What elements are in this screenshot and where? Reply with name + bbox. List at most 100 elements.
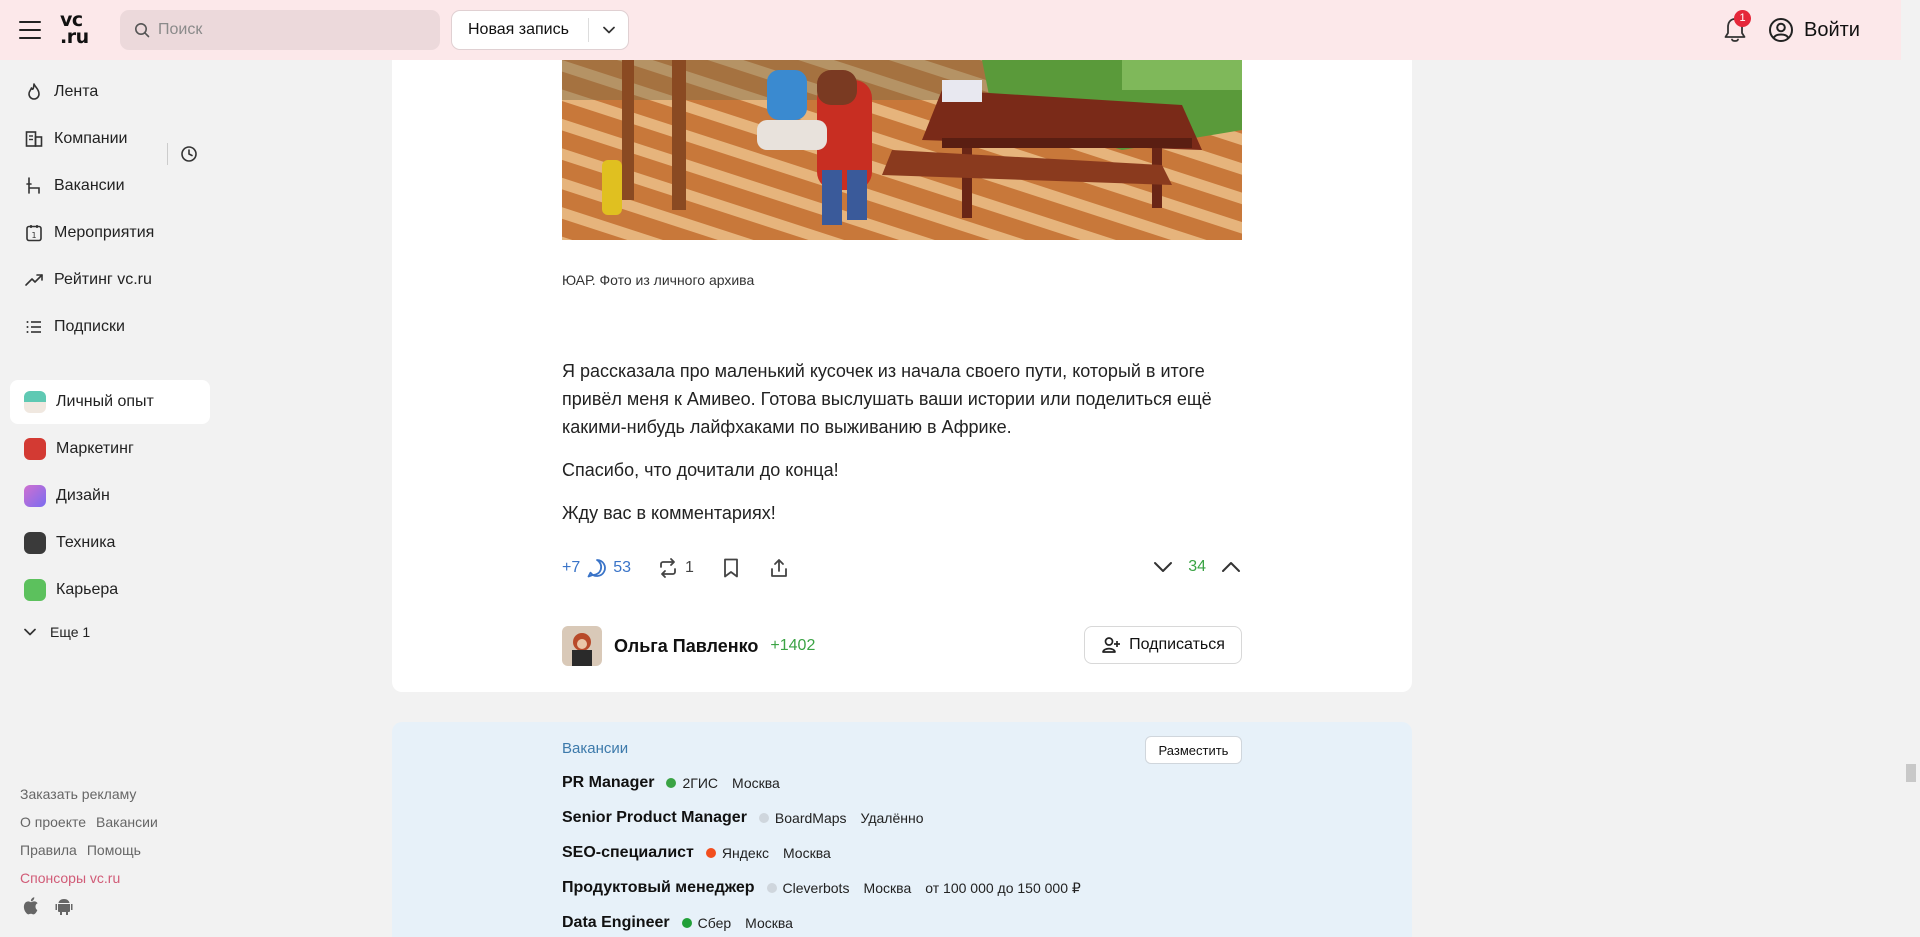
notification-badge: 1 <box>1734 10 1751 27</box>
photo-image <box>562 60 1242 240</box>
svg-text:1: 1 <box>31 231 36 240</box>
rating-count: 34 <box>1188 558 1206 575</box>
apple-icon[interactable] <box>22 896 42 916</box>
app-links <box>22 896 74 916</box>
article-photo[interactable] <box>562 60 1242 240</box>
upvote-icon[interactable] <box>1220 556 1242 578</box>
job-company: Cleverbots <box>782 880 850 896</box>
chevron-down-icon[interactable] <box>589 11 628 49</box>
login-button[interactable]: Войти <box>1768 16 1860 44</box>
footer-link-sponsors[interactable]: Спонсоры vc.ru <box>20 870 120 898</box>
sidebar-item-subscriptions[interactable]: Подписки <box>10 305 210 349</box>
job-company: BoardMaps <box>774 810 847 826</box>
article-paragraph: Я рассказала про маленький кусочек из на… <box>562 361 1212 437</box>
search-input[interactable] <box>158 21 418 39</box>
chevron-down-icon <box>24 628 36 636</box>
share-button[interactable] <box>768 557 790 579</box>
clock-icon[interactable] <box>178 143 200 165</box>
jobs-title[interactable]: Вакансии <box>562 740 628 757</box>
company-logo-icon <box>681 918 692 928</box>
show-more-label: Еще 1 <box>50 624 91 640</box>
trend-icon <box>25 274 43 286</box>
sidebar-item-marketing[interactable]: Маркетинг <box>10 427 210 471</box>
job-salary: от 100 000 до 150 000 ₽ <box>925 879 1081 896</box>
sidebar-item-label: Компании <box>54 130 128 147</box>
sidebar-item-personal-experience[interactable]: Личный опыт <box>10 380 210 424</box>
fire-icon <box>28 83 40 100</box>
repost-icon <box>660 558 676 578</box>
login-label: Войти <box>1804 18 1860 41</box>
likes-count: +7 <box>562 559 581 576</box>
likes-counter[interactable]: +7 <box>562 559 580 577</box>
job-item[interactable]: Senior Product Manager BoardMaps Удалённ… <box>562 806 923 830</box>
job-company: Яндекс <box>721 845 769 861</box>
job-location: Москва <box>745 915 793 931</box>
sidebar-item-design[interactable]: Дизайн <box>10 474 210 518</box>
job-location: Удалённо <box>860 810 924 826</box>
subsite-avatar <box>24 532 46 554</box>
logo-text-bottom: .ru <box>60 26 89 48</box>
search-box[interactable] <box>120 10 440 50</box>
footer-link-about[interactable]: О проекте <box>20 814 86 842</box>
comments-count: 53 <box>613 559 632 576</box>
author-block: Ольга Павленко +1402 Подписаться <box>562 626 1242 666</box>
footer-link-rules[interactable]: Правила <box>20 842 77 870</box>
subsite-avatar <box>24 391 46 413</box>
sidebar-item-label: Дизайн <box>56 487 110 504</box>
sidebar-item-label: Маркетинг <box>56 440 134 457</box>
footer-link-jobs[interactable]: Вакансии <box>96 814 158 842</box>
footer-link-help[interactable]: Помощь <box>87 842 141 870</box>
sidebar-item-label: Подписки <box>54 318 125 335</box>
job-item[interactable]: Продуктовый менеджер Cleverbots Москва о… <box>562 876 1081 900</box>
job-item[interactable]: SEO-специалист Яндекс Москва <box>562 841 831 865</box>
downvote-icon[interactable] <box>1152 556 1174 578</box>
sidebar-item-rating[interactable]: Рейтинг vc.ru <box>10 258 210 302</box>
subsite-avatar <box>24 438 46 460</box>
job-location: Москва <box>782 845 831 861</box>
author-name[interactable]: Ольга Павленко <box>614 636 758 657</box>
android-icon[interactable] <box>54 896 74 916</box>
place-job-button[interactable]: Разместить <box>1145 736 1242 764</box>
scrollbar-thumb[interactable] <box>1906 764 1916 782</box>
sidebar-item-jobs[interactable]: Вакансии <box>10 164 210 208</box>
rating-voter: 34 <box>1152 556 1242 578</box>
subsite-avatar <box>24 579 46 601</box>
sidebar-item-label: Вакансии <box>54 177 125 194</box>
article-paragraph: Жду вас в комментариях! <box>562 503 776 523</box>
menu-icon[interactable] <box>19 19 41 41</box>
building-icon <box>25 131 43 147</box>
show-more-button[interactable]: Еще 1 <box>24 624 90 640</box>
author-karma: +1402 <box>770 637 816 654</box>
job-item[interactable]: PR Manager 2ГИС Москва <box>562 771 780 795</box>
sidebar-item-events[interactable]: 1 Мероприятия <box>10 211 210 255</box>
sidebar-item-label: Личный опыт <box>56 393 154 410</box>
repost-button[interactable]: 1 <box>657 557 694 579</box>
job-title: PR Manager <box>562 774 655 791</box>
subscribe-button[interactable]: Подписаться <box>1084 626 1242 664</box>
job-location: Москва <box>732 775 780 791</box>
comments-button[interactable]: 53 <box>586 557 631 579</box>
sidebar-item-career[interactable]: Карьера <box>10 568 210 612</box>
job-company: 2ГИС <box>682 775 719 791</box>
comment-icon <box>587 559 607 578</box>
sidebar-footer: Заказать рекламу О проекте Вакансии Прави… <box>20 786 158 898</box>
job-location: Москва <box>863 880 912 896</box>
job-company: Сбер <box>697 915 732 931</box>
page-scrollbar[interactable] <box>1901 0 1920 937</box>
footer-link-ads[interactable]: Заказать рекламу <box>20 786 136 814</box>
job-item[interactable]: Data Engineer Сбер Москва <box>562 911 793 935</box>
avatar[interactable] <box>562 626 602 666</box>
list-icon <box>26 321 41 333</box>
bookmark-button[interactable] <box>720 557 742 579</box>
sidebar-item-feed[interactable]: Лента <box>10 70 210 114</box>
site-logo[interactable]: vc .ru <box>60 11 98 48</box>
sidebar-item-tech[interactable]: Техника <box>10 521 210 565</box>
divider <box>167 143 168 165</box>
calendar-icon: 1 <box>26 225 42 242</box>
company-logo-icon <box>666 778 677 788</box>
new-post-button[interactable]: Новая запись <box>451 10 629 50</box>
top-header: vc .ru Новая запись 1 Войти <box>0 0 1901 60</box>
user-icon <box>1769 18 1793 42</box>
company-logo-icon <box>705 848 716 858</box>
job-title: Data Engineer <box>562 914 670 931</box>
